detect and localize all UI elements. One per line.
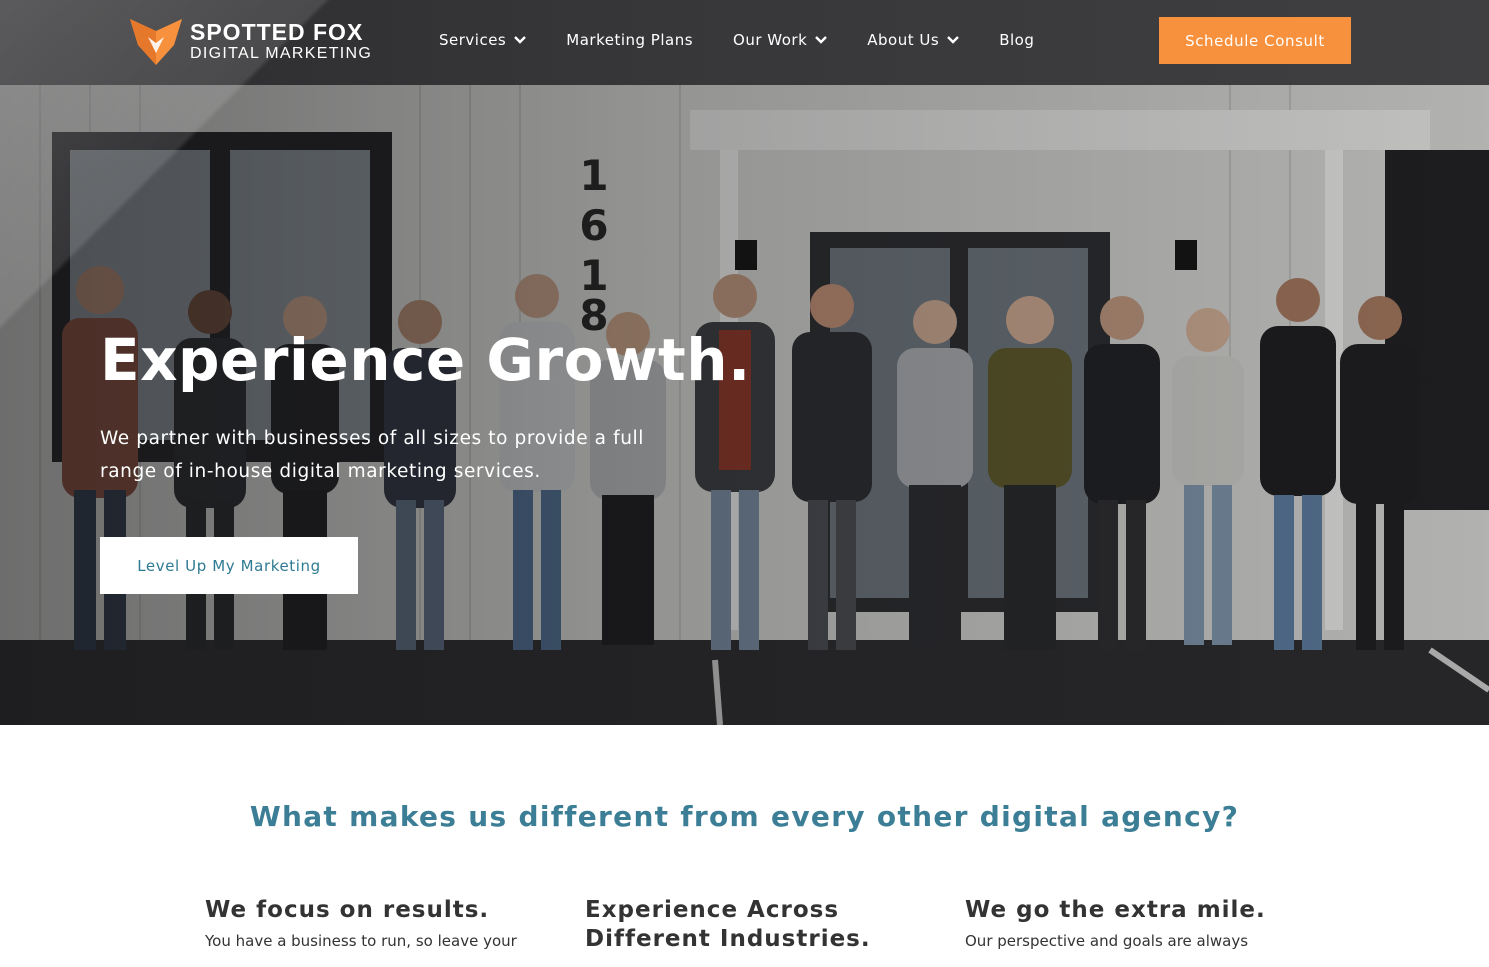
nav-services-label: Services [439, 31, 507, 49]
feature-column-results: We focus on results. You have a business… [205, 896, 555, 953]
chevron-down-icon [815, 36, 828, 44]
nav-marketing-plans-label: Marketing Plans [566, 31, 694, 49]
hero-subtitle: We partner with businesses of all sizes … [100, 428, 645, 482]
section-heading: What makes us different from every other… [249, 800, 1240, 833]
logo-subtitle: DIGITAL MARKETING [190, 44, 373, 62]
feature-text: You have a business to run, so leave you… [205, 932, 517, 950]
nav-about-us[interactable]: About Us [867, 31, 960, 49]
chevron-down-icon [514, 36, 527, 44]
schedule-consult-button[interactable]: Schedule Consult [1159, 17, 1351, 64]
logo-title: SPOTTED FOX [190, 18, 364, 45]
level-up-button[interactable]: Level Up My Marketing [100, 537, 358, 594]
nav-our-work-label: Our Work [733, 31, 808, 49]
site-header: SPOTTED FOX DIGITAL MARKETING Services M… [0, 0, 1489, 82]
fox-logo-icon [130, 19, 182, 65]
chevron-down-icon [947, 36, 960, 44]
main-nav: Services Marketing Plans Our Work About … [439, 28, 1074, 52]
nav-blog[interactable]: Blog [999, 31, 1034, 49]
site-logo[interactable]: SPOTTED FOX DIGITAL MARKETING [130, 16, 390, 66]
hero-title: Experience Growth. [100, 326, 751, 394]
feature-title: We go the extra mile. [965, 897, 1266, 923]
feature-column-extra-mile: We go the extra mile. Our perspective an… [965, 896, 1315, 953]
feature-text: Our perspective and goals are always [965, 932, 1249, 950]
nav-services[interactable]: Services [439, 31, 527, 49]
nav-marketing-plans[interactable]: Marketing Plans [566, 31, 693, 49]
feature-title: We focus on results. [205, 897, 490, 923]
feature-column-industries: Experience Across Different Industries. [585, 896, 935, 958]
hero-section: 1 6 1 8 [0, 0, 1489, 725]
feature-title: Experience Across Different Industries. [585, 897, 871, 952]
nav-about-us-label: About Us [867, 31, 940, 49]
nav-blog-label: Blog [999, 31, 1035, 49]
nav-our-work[interactable]: Our Work [733, 31, 828, 49]
